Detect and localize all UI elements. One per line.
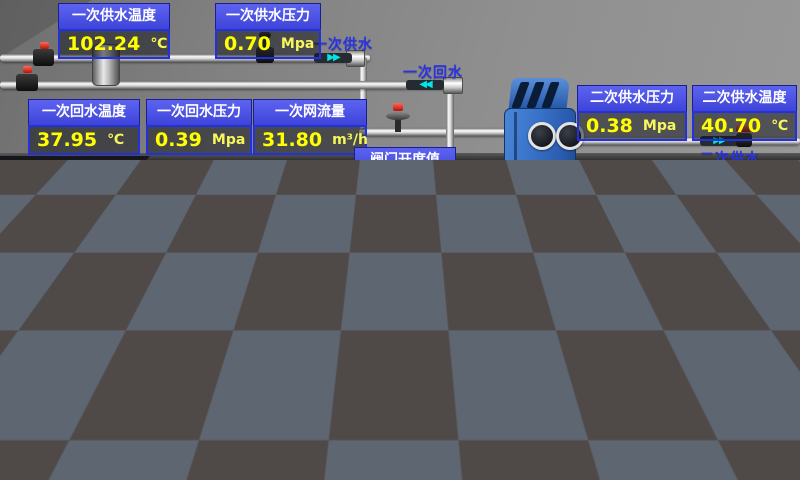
flange xyxy=(598,323,624,342)
pipe-label-primary-return: 一次回水 xyxy=(403,62,463,82)
gauge-title: 二次回水压力 xyxy=(577,240,687,266)
gauge-value-box: 0.39 Mpa xyxy=(146,125,252,155)
drain-valve-cap xyxy=(546,305,557,314)
gauge-unit: m³ xyxy=(99,333,120,347)
gauge-value: 0.27 xyxy=(586,272,633,291)
gauge-value-box: 0.27 Mpa xyxy=(577,266,687,296)
gauge-value: 37.95 xyxy=(37,131,97,150)
gauge-unit: Mpa xyxy=(281,37,314,51)
gauge-primary-network-flow[interactable]: 一次网流量 31.80 m³/h xyxy=(253,99,367,155)
circulation-pump-2[interactable] xyxy=(485,193,541,279)
gauge-value-box: 37.95 ℃ xyxy=(28,125,140,155)
circulation-pump-1[interactable] xyxy=(420,193,476,279)
gauge-tank-level[interactable]: 水箱液位高度 1.10 m³ xyxy=(33,299,141,355)
pump-display xyxy=(443,202,458,225)
pipe-label-primary-supply: 一次供水 xyxy=(313,34,373,54)
gauge-title: 二次供水压力 xyxy=(577,85,687,111)
makeup-pump-2[interactable] xyxy=(213,384,269,470)
gauge-value: 33.88 xyxy=(285,407,345,426)
gauge-valve-opening[interactable]: 阀门开度值 5.92 % xyxy=(354,147,456,203)
gauge-value: 102.24 xyxy=(67,35,140,54)
flow-right-icon: ▶▶ xyxy=(572,386,610,396)
pump-display xyxy=(508,202,523,225)
gauge-value: 1.10 xyxy=(42,331,89,350)
control-valve-cap xyxy=(393,103,403,111)
gauge-value-box: 0.70 Mpa xyxy=(215,29,321,59)
gauge-title: 一次回水压力 xyxy=(146,99,252,125)
gauge-unit: Mpa xyxy=(643,274,676,288)
gauge-title: 二次回水温度 xyxy=(692,240,797,266)
gauge-title: 一次网流量 xyxy=(253,99,367,125)
flow-left-icon: ◀◀ xyxy=(518,329,556,339)
gauge-unit: ℃ xyxy=(107,133,124,147)
gauge-value-box: 40.70 ℃ xyxy=(692,111,797,141)
drain-valve-body xyxy=(549,313,555,325)
pump-display xyxy=(236,393,251,416)
pump-display xyxy=(251,317,266,340)
gauge-unit: ℃ xyxy=(771,119,788,133)
gauge-value-box: 36.63 ℃ xyxy=(692,266,797,296)
gauge-title: 一次供水温度 xyxy=(58,3,170,29)
gauge-value: 40.70 xyxy=(701,117,761,136)
valve[interactable] xyxy=(16,74,38,91)
gauge-value: 0.38 xyxy=(586,117,633,136)
hmi-screen: ▶▶ ◀◀ ▶▶ ◀◀ ◀◀ ◀◀ ▶▶ xyxy=(0,0,800,480)
gauge-secondary-return-temp[interactable]: 二次回水温度 36.63 ℃ xyxy=(692,240,797,296)
control-valve-wheel[interactable] xyxy=(386,112,410,120)
gauge-title: 二次供水温度 xyxy=(692,85,797,111)
pipe-label-secondary-return: 二次回水 xyxy=(714,301,774,321)
gauge-value-box: 102.24 ℃ xyxy=(58,29,170,59)
gauge-unit: % xyxy=(420,181,434,195)
gauge-value-box: 33.88 Hz xyxy=(276,401,370,431)
gauge-secondary-supply-press[interactable]: 二次供水压力 0.38 Mpa xyxy=(577,85,687,141)
gauge-primary-return-press[interactable]: 一次回水压力 0.39 Mpa xyxy=(146,99,252,155)
gauge-unit: Mpa xyxy=(643,119,676,133)
pipe-label-secondary-supply: 二次供水 xyxy=(700,148,760,168)
gauge-unit: m³/h xyxy=(332,133,368,147)
gauge-unit: Mpa xyxy=(212,133,245,147)
gauge-value: 0.70 xyxy=(224,35,271,54)
gauge-primary-return-temp[interactable]: 一次回水温度 37.95 ℃ xyxy=(28,99,140,155)
gauge-value: 5.92 xyxy=(363,179,410,198)
valve-red-cap xyxy=(40,42,49,49)
gauge-unit: ℃ xyxy=(150,37,167,51)
gauge-primary-supply-temp[interactable]: 一次供水温度 102.24 ℃ xyxy=(58,3,170,59)
valve-red-cap xyxy=(23,66,32,73)
gauge-title: 阀门开度值 xyxy=(354,147,456,173)
gauge-value-box: 5.92 % xyxy=(354,173,456,203)
gauge-primary-supply-press[interactable]: 一次供水压力 0.70 Mpa xyxy=(215,3,321,59)
gauge-secondary-supply-temp[interactable]: 二次供水温度 40.70 ℃ xyxy=(692,85,797,141)
gauge-value: 36.63 xyxy=(701,272,761,291)
gauge-title: 一次回水温度 xyxy=(28,99,140,125)
hx-port-bottom-right xyxy=(556,192,584,220)
gauge-value: 31.80 xyxy=(262,131,322,150)
pipe-pump-manifold-bottom xyxy=(432,279,520,287)
gauge-unit: ℃ xyxy=(771,274,788,288)
pipe-label-makeup-water: 补水 xyxy=(588,398,618,418)
tank-dip-pipe xyxy=(146,350,153,402)
gauge-title: 补水泵频率 xyxy=(276,375,370,401)
pipe-primary-return xyxy=(0,81,454,89)
gauge-makeup-pump-freq[interactable]: 补水泵频率 33.88 Hz xyxy=(276,375,370,431)
gauge-value-box: 0.38 Mpa xyxy=(577,111,687,141)
valve[interactable] xyxy=(33,49,54,66)
gauge-value-box: 1.10 m³ xyxy=(33,325,141,355)
gauge-secondary-return-press[interactable]: 二次回水压力 0.27 Mpa xyxy=(577,240,687,296)
hx-port-top-left xyxy=(528,122,556,150)
gauge-unit: Hz xyxy=(355,409,375,423)
flow-left-icon: ◀◀ xyxy=(486,295,524,305)
gauge-value-box: 31.80 m³/h xyxy=(253,125,367,155)
gauge-title: 一次供水压力 xyxy=(215,3,321,29)
gauge-value: 0.39 xyxy=(155,131,202,150)
water-tank[interactable] xyxy=(0,250,175,465)
gauge-title: 水箱液位高度 xyxy=(33,299,141,325)
